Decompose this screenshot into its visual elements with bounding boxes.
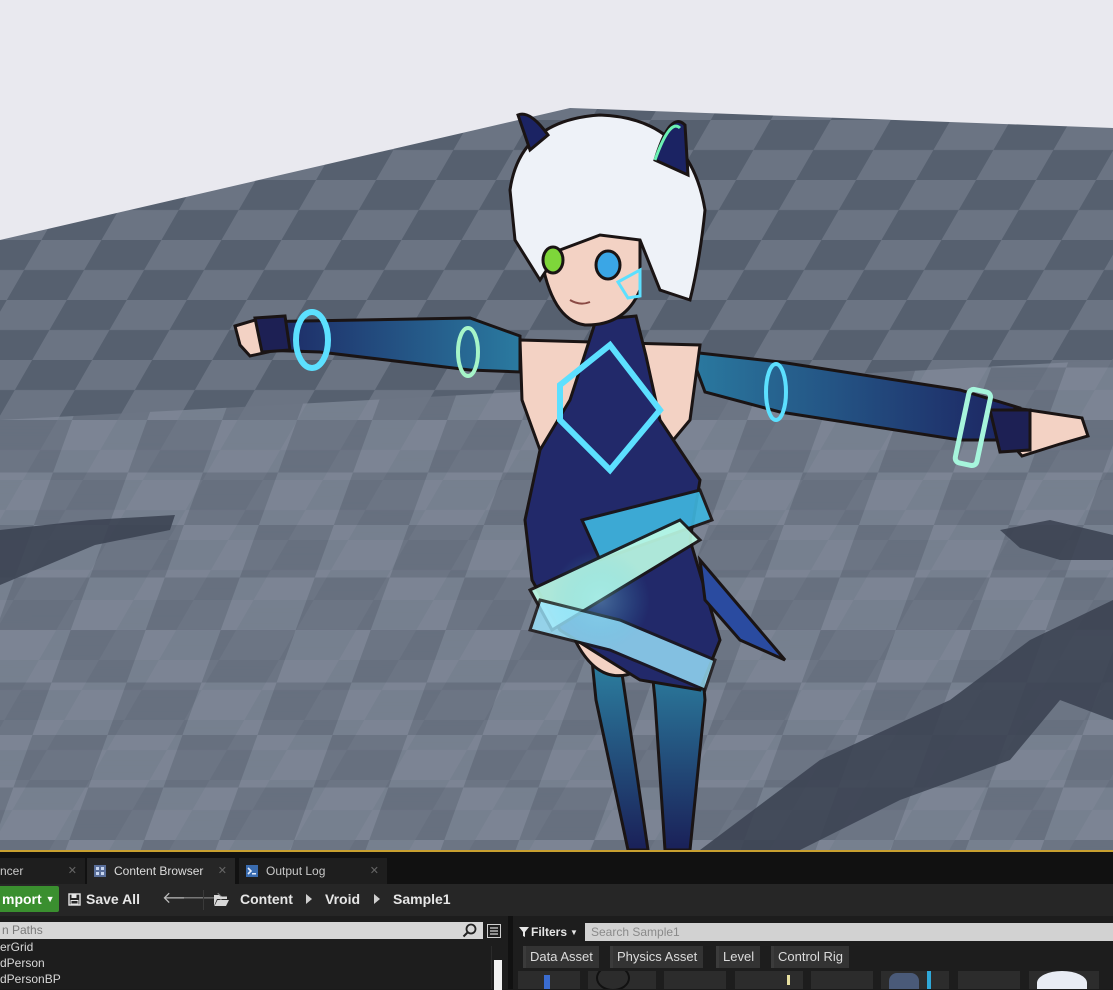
tab-output-log[interactable]: Output Log ✕ [239, 858, 387, 884]
folder-open-icon[interactable] [213, 893, 230, 907]
asset-thumbnail[interactable] [1029, 971, 1099, 989]
folder-tree-item[interactable]: erGrid [0, 940, 33, 954]
filter-chip-label: Data Asset [530, 949, 593, 964]
close-icon[interactable]: ✕ [218, 864, 227, 877]
save-all-label: Save All [86, 891, 140, 907]
output-log-icon [246, 865, 258, 877]
save-icon [68, 892, 81, 906]
breadcrumb-label: Sample1 [393, 891, 451, 907]
asset-thumbnail[interactable] [664, 971, 726, 989]
chevron-down-icon: ▼ [45, 894, 55, 904]
asset-thumbnail[interactable] [958, 971, 1020, 989]
close-icon[interactable]: ✕ [68, 864, 77, 877]
view-options-icon[interactable] [487, 924, 501, 938]
import-label: mport [2, 891, 42, 907]
filter-chip-level[interactable]: Level [716, 946, 761, 968]
filter-chip-label: Level [723, 949, 755, 964]
tab-label: Output Log [266, 864, 326, 878]
asset-thumbnail[interactable] [881, 971, 949, 989]
folder-tree-item[interactable]: dPerson [0, 956, 45, 970]
path-search-input[interactable]: n Paths [0, 922, 483, 939]
filter-chip-label: Physics Asset [617, 949, 698, 964]
save-all-button[interactable]: Save All [64, 886, 144, 912]
viewport-render [0, 0, 1113, 850]
asset-search-input[interactable]: Search Sample1 [585, 923, 1113, 941]
tab-sequencer[interactable]: ncer ✕ [0, 858, 85, 884]
asset-thumbnail[interactable] [811, 971, 873, 989]
asset-search-placeholder: Search Sample1 [591, 925, 680, 939]
filters-label: Filters [531, 925, 568, 939]
breadcrumb-label: Content [240, 891, 293, 907]
asset-thumbnail[interactable] [735, 971, 803, 989]
content-browser-icon [94, 865, 106, 877]
filter-chip-control-rig[interactable]: Control Rig [771, 946, 850, 968]
tab-content-browser[interactable]: Content Browser ✕ [87, 858, 235, 884]
breadcrumb-sample1[interactable]: Sample1 [393, 886, 451, 912]
breadcrumb-arrow-icon[interactable] [306, 894, 312, 904]
search-icon [462, 923, 477, 938]
filter-icon [519, 927, 529, 937]
chevron-down-icon: ▼ [570, 927, 578, 937]
breadcrumb-content[interactable]: Content [240, 886, 293, 912]
asset-thumbnail[interactable] [518, 971, 580, 989]
level-viewport[interactable] [0, 0, 1113, 850]
sources-scrollbar[interactable] [491, 946, 504, 990]
tab-bar: ncer ✕ Content Browser ✕ Output Log ✕ [0, 852, 1113, 884]
breadcrumb-arrow-icon[interactable] [374, 894, 380, 904]
content-browser-toolbar: mport ▼ Save All 🡐 🡒 Content Vroid Sampl [0, 884, 1113, 916]
filter-chip-label: Control Rig [778, 949, 844, 964]
filter-chip-physics-asset[interactable]: Physics Asset [610, 946, 704, 968]
filter-chip-data-asset[interactable]: Data Asset [523, 946, 599, 968]
breadcrumb-vroid[interactable]: Vroid [325, 886, 360, 912]
toolbar-separator [203, 890, 204, 910]
scrollbar-thumb[interactable] [494, 960, 502, 990]
breadcrumb-label: Vroid [325, 891, 361, 907]
import-button[interactable]: mport ▼ [0, 886, 59, 912]
filters-button[interactable]: Filters ▼ [519, 923, 578, 941]
sources-panel: n Paths erGrid dPerson dPersonBP [0, 916, 508, 990]
folder-tree-item[interactable]: dPersonBP [0, 972, 61, 986]
path-search-placeholder: n Paths [2, 923, 43, 937]
tab-label: Content Browser [114, 864, 204, 878]
close-icon[interactable]: ✕ [370, 864, 379, 877]
asset-thumbnail[interactable] [588, 971, 656, 989]
tab-label: ncer [0, 864, 24, 878]
content-browser-panel: ncer ✕ Content Browser ✕ Output Log ✕ mp… [0, 850, 1113, 990]
asset-view-panel: Filters ▼ Search Sample1 Data Asset Phys… [513, 916, 1113, 989]
